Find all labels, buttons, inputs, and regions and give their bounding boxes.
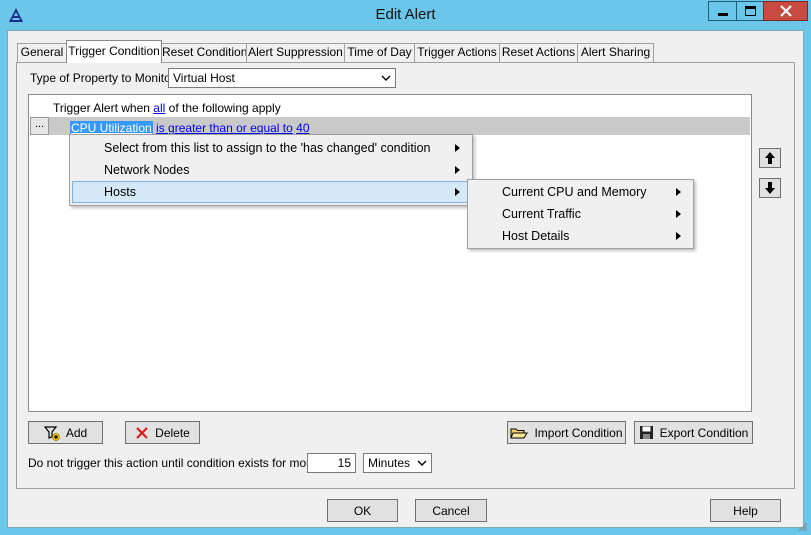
maximize-icon xyxy=(744,6,756,16)
chevron-right-icon xyxy=(676,232,681,240)
delete-condition-button[interactable]: Delete xyxy=(125,421,200,444)
menu-item-network-nodes[interactable]: Network Nodes xyxy=(72,159,470,181)
import-button-label: Import Condition xyxy=(534,425,623,440)
menu-item-label: Network Nodes xyxy=(104,163,190,177)
ok-button[interactable]: OK xyxy=(327,499,398,522)
trigger-suffix: of the following apply xyxy=(168,101,281,115)
condition-field-link[interactable]: CPU Utilization xyxy=(70,121,153,135)
add-button-label: Add xyxy=(65,425,88,440)
arrow-down-icon xyxy=(765,182,775,194)
chevron-right-icon xyxy=(676,210,681,218)
chevron-right-icon xyxy=(455,144,460,152)
property-type-select[interactable]: Virtual Host xyxy=(168,68,396,88)
menu-item-label: Hosts xyxy=(104,185,136,199)
chevron-right-icon xyxy=(455,166,460,174)
tab-reset-actions[interactable]: Reset Actions xyxy=(499,43,578,62)
duration-value-input[interactable]: 15 xyxy=(307,453,356,473)
condition-expression: CPU Utilization is greater than or equal… xyxy=(70,121,310,135)
close-icon xyxy=(779,5,792,17)
submenu-item-traffic[interactable]: Current Traffic xyxy=(470,203,691,225)
save-disk-icon xyxy=(639,426,653,439)
arrow-up-icon xyxy=(765,152,775,164)
tab-time-of-day[interactable]: Time of Day xyxy=(344,43,415,62)
tab-trigger-condition[interactable]: Trigger Condition xyxy=(66,40,162,63)
close-window-button[interactable] xyxy=(763,1,808,21)
menu-item-label: Host Details xyxy=(502,229,570,243)
cancel-button[interactable]: Cancel xyxy=(415,499,487,522)
duration-unit-value: Minutes xyxy=(368,456,411,470)
chevron-right-icon xyxy=(676,188,681,196)
minimize-icon xyxy=(717,13,728,16)
tab-alert-suppression[interactable]: Alert Suppression xyxy=(246,43,345,62)
maximize-button[interactable] xyxy=(736,1,764,21)
duration-label: Do not trigger this action until conditi… xyxy=(28,456,344,470)
add-filter-icon xyxy=(43,425,60,441)
menu-item-hosts[interactable]: Hosts xyxy=(72,181,470,203)
duration-unit-select[interactable]: Minutes xyxy=(363,453,432,473)
hosts-submenu: Current CPU and Memory Current Traffic H… xyxy=(467,179,694,249)
tab-reset-condition[interactable]: Reset Condition xyxy=(161,43,247,62)
condition-operator-link[interactable]: is greater than or equal to xyxy=(156,121,293,135)
add-condition-button[interactable]: Add xyxy=(28,421,103,444)
delete-x-icon xyxy=(136,426,148,439)
tab-general[interactable]: General xyxy=(17,43,67,62)
field-context-menu: Select from this list to assign to the '… xyxy=(69,134,473,206)
submenu-item-cpu-memory[interactable]: Current CPU and Memory xyxy=(470,181,691,203)
condition-options-button[interactable]: ... xyxy=(30,117,49,135)
condition-value-link[interactable]: 40 xyxy=(296,121,309,135)
menu-item-label: Current Traffic xyxy=(502,207,581,221)
minimize-button[interactable] xyxy=(708,1,737,21)
trigger-header: Trigger Alert when all of the following … xyxy=(53,101,281,115)
menu-item-label: Select from this list to assign to the '… xyxy=(104,141,431,155)
tab-alert-sharing[interactable]: Alert Sharing xyxy=(577,43,654,62)
move-down-button[interactable] xyxy=(759,178,781,198)
chevron-down-icon xyxy=(381,75,391,81)
window-title: Edit Alert xyxy=(375,6,436,23)
property-type-value: Virtual Host xyxy=(173,71,235,85)
chevron-down-icon xyxy=(417,460,427,466)
export-condition-button[interactable]: Export Condition xyxy=(634,421,753,444)
tab-trigger-actions[interactable]: Trigger Actions xyxy=(414,43,500,62)
trigger-prefix: Trigger Alert when xyxy=(53,101,150,115)
move-up-button[interactable] xyxy=(759,148,781,168)
quantifier-link[interactable]: all xyxy=(153,101,165,115)
resize-grip-icon[interactable] xyxy=(798,522,808,532)
delete-button-label: Delete xyxy=(155,425,190,440)
menu-item-label: Current CPU and Memory xyxy=(502,185,647,199)
help-button[interactable]: Help xyxy=(710,499,781,522)
import-condition-button[interactable]: Import Condition xyxy=(507,421,626,444)
menu-item-has-changed[interactable]: Select from this list to assign to the '… xyxy=(72,137,470,159)
open-folder-icon xyxy=(510,428,529,438)
chevron-right-icon xyxy=(455,188,460,196)
export-button-label: Export Condition xyxy=(659,425,749,440)
submenu-item-host-details[interactable]: Host Details xyxy=(470,225,691,247)
property-type-label: Type of Property to Monitor: xyxy=(30,71,179,85)
